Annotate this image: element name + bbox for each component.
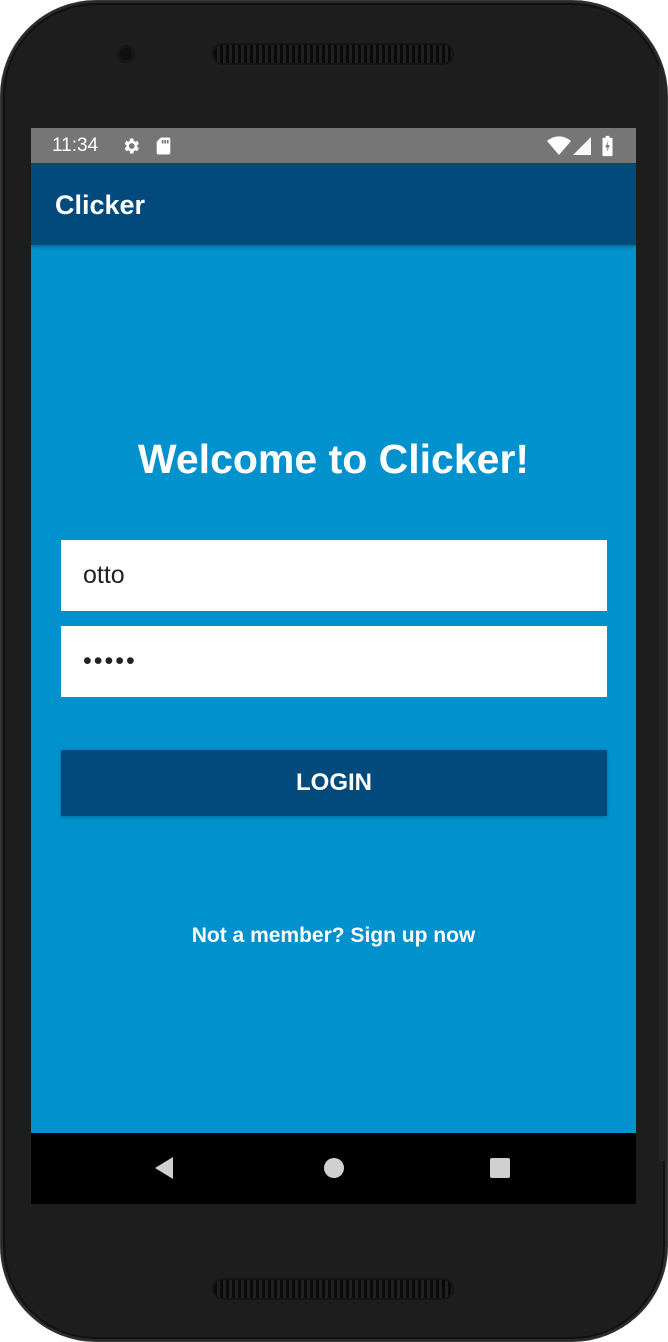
- signal-icon: [573, 137, 591, 155]
- app-title: Clicker: [55, 190, 146, 220]
- status-bar: 11:34: [31, 128, 636, 163]
- password-input[interactable]: [61, 626, 607, 697]
- app-toolbar: Clicker: [31, 163, 636, 245]
- app-screen: 11:34 Clicker Welcome to Clicker! otto •…: [31, 128, 636, 1204]
- phone-frame: 11:34 Clicker Welcome to Clicker! otto •…: [0, 0, 668, 1342]
- wifi-icon: [547, 136, 571, 155]
- navigation-bar: [31, 1133, 636, 1204]
- settings-icon: [124, 138, 139, 154]
- home-icon[interactable]: [319, 1153, 349, 1183]
- username-input[interactable]: [61, 540, 607, 611]
- bottom-speaker-grille: [212, 1278, 454, 1300]
- front-camera: [117, 45, 135, 63]
- phone-side-edge: [659, 61, 667, 1161]
- welcome-heading: Welcome to Clicker!: [137, 436, 530, 482]
- signup-link[interactable]: Not a member? Sign up now: [31, 922, 636, 950]
- back-icon[interactable]: [149, 1153, 179, 1183]
- sd-card-icon: [156, 137, 171, 155]
- recents-icon[interactable]: [485, 1153, 515, 1183]
- login-button[interactable]: LOGIN: [61, 750, 607, 816]
- status-time: 11:34: [52, 135, 99, 156]
- top-speaker-grille: [212, 43, 454, 65]
- battery-charging-icon: [602, 135, 613, 157]
